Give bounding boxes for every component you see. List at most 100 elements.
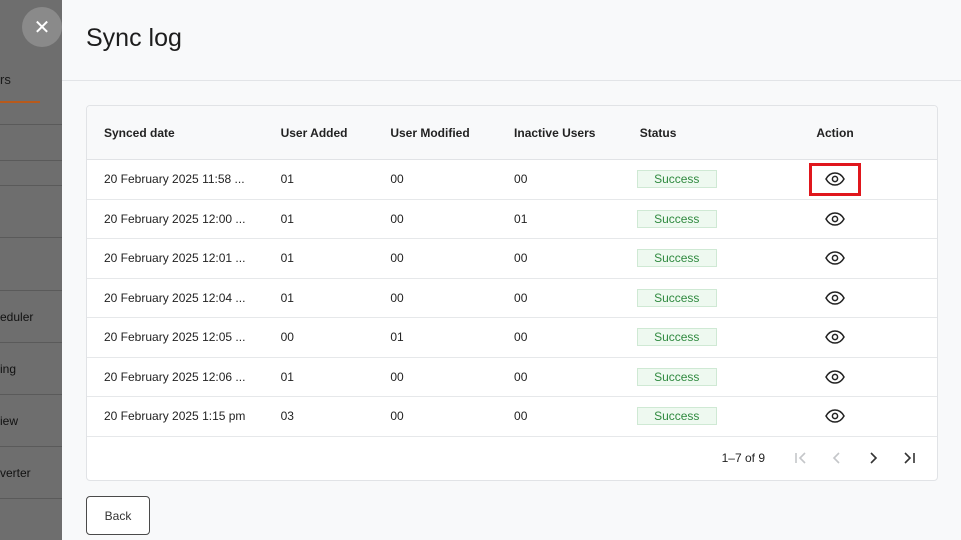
- divider: [0, 394, 62, 395]
- action-cell: [799, 281, 937, 314]
- inactive-users-cell: 00: [514, 172, 528, 187]
- table-row: 20 February 2025 11:58 ... 01 00 00 Success: [87, 160, 937, 200]
- table-row: 20 February 2025 12:05 ... 00 01 00 Success: [87, 318, 937, 358]
- user-added-cell: 01: [280, 172, 294, 187]
- column-header-action: Action: [816, 125, 854, 140]
- status-cell: Success: [623, 367, 800, 386]
- last-page-icon: [904, 452, 915, 464]
- user-added-cell: 01: [280, 369, 294, 384]
- drawer-header: Sync log: [62, 0, 961, 81]
- pagination-range: 1–7 of 9: [721, 451, 765, 465]
- status-cell: Success: [623, 407, 800, 426]
- view-details-button[interactable]: [809, 360, 861, 393]
- eye-icon: [825, 211, 846, 226]
- chevron-right-icon: [870, 452, 878, 464]
- eye-icon: [825, 330, 846, 345]
- action-cell: [799, 162, 937, 196]
- divider: [0, 237, 62, 238]
- status-badge: Success: [636, 367, 717, 386]
- last-page-button[interactable]: [891, 440, 927, 476]
- synced-date-cell: 20 February 2025 11:58 ...: [104, 172, 245, 187]
- eye-icon: [825, 172, 846, 187]
- chevron-left-icon: [832, 452, 840, 464]
- status-cell: Success: [623, 328, 800, 347]
- column-header-inactive-users[interactable]: Inactive Users: [497, 126, 623, 140]
- user-added-cell: 01: [280, 211, 294, 226]
- status-badge: Success: [636, 249, 717, 268]
- pagination: 1–7 of 9: [87, 436, 937, 480]
- view-details-button[interactable]: [809, 400, 861, 433]
- column-header-synced-date[interactable]: Synced date: [87, 126, 264, 140]
- sync-log-table: Synced date User Added User Modified Ina…: [86, 105, 938, 481]
- user-added-cell: 03: [280, 409, 294, 424]
- divider: [0, 498, 62, 499]
- status-badge: Success: [636, 328, 717, 347]
- column-header-user-modified[interactable]: User Modified: [373, 126, 497, 140]
- user-added-cell: 00: [280, 330, 294, 345]
- background-tab: rs: [0, 72, 11, 87]
- synced-date-cell: 20 February 2025 12:04 ...: [104, 290, 246, 305]
- table-row: 20 February 2025 12:04 ... 01 00 00 Success: [87, 279, 937, 318]
- view-details-button[interactable]: [809, 242, 861, 275]
- first-page-icon: [795, 452, 806, 464]
- view-details-button[interactable]: [809, 321, 861, 354]
- action-cell: [799, 242, 937, 275]
- inactive-users-cell: 01: [514, 211, 528, 226]
- background-item: ing: [0, 362, 17, 376]
- table-body: 20 February 2025 11:58 ... 01 00 00 Success 2…: [87, 160, 937, 437]
- column-header-status[interactable]: Status: [623, 126, 800, 140]
- user-modified-cell: 00: [390, 369, 404, 384]
- eye-icon: [825, 369, 846, 384]
- background-tab-indicator: [0, 101, 40, 103]
- user-added-cell: 01: [280, 251, 294, 266]
- user-modified-cell: 00: [390, 251, 404, 266]
- column-header-user-added[interactable]: User Added: [264, 126, 374, 140]
- status-cell: Success: [623, 209, 800, 228]
- back-button[interactable]: Back: [86, 496, 150, 535]
- eye-icon: [825, 290, 846, 305]
- user-added-cell: 01: [280, 290, 294, 305]
- next-page-button[interactable]: [855, 440, 891, 476]
- divider: [0, 160, 62, 161]
- status-cell: Success: [623, 249, 800, 268]
- synced-date-cell: 20 February 2025 12:06 ...: [104, 369, 246, 384]
- table-row: 20 February 2025 1:15 pm 03 00 00 Success: [87, 397, 937, 437]
- user-modified-cell: 00: [390, 172, 404, 187]
- synced-date-cell: 20 February 2025 12:05 ...: [104, 330, 246, 345]
- synced-date-cell: 20 February 2025 12:01 ...: [104, 251, 246, 266]
- divider: [0, 185, 62, 186]
- view-details-button[interactable]: [809, 202, 861, 235]
- user-modified-cell: 00: [390, 290, 404, 305]
- background-page: ✕ rs eduler ing iew verter: [0, 0, 62, 540]
- background-item: verter: [0, 466, 31, 480]
- table-row: 20 February 2025 12:06 ... 01 00 00 Success: [87, 358, 937, 397]
- close-icon: ✕: [33, 16, 51, 39]
- action-cell: [799, 360, 937, 393]
- sync-log-drawer: Sync log Synced date User Added User Mod…: [62, 0, 961, 540]
- view-details-button[interactable]: [809, 162, 862, 196]
- user-modified-cell: 00: [390, 211, 404, 226]
- page-title: Sync log: [86, 24, 182, 52]
- eye-icon: [825, 251, 846, 266]
- status-cell: Success: [623, 170, 800, 189]
- first-page-button[interactable]: [783, 440, 819, 476]
- view-details-button[interactable]: [809, 281, 861, 314]
- action-cell: [799, 202, 937, 235]
- action-cell: [799, 400, 937, 433]
- inactive-users-cell: 00: [514, 369, 528, 384]
- inactive-users-cell: 00: [514, 290, 528, 305]
- action-cell: [799, 321, 937, 354]
- eye-icon: [825, 409, 846, 424]
- divider: [0, 290, 62, 291]
- inactive-users-cell: 00: [514, 330, 528, 345]
- inactive-users-cell: 00: [514, 251, 528, 266]
- divider: [0, 446, 62, 447]
- inactive-users-cell: 00: [514, 409, 528, 424]
- background-item: iew: [0, 414, 19, 428]
- table-row: 20 February 2025 12:01 ... 01 00 00 Success: [87, 239, 937, 279]
- close-drawer-button[interactable]: ✕: [22, 7, 62, 47]
- previous-page-button[interactable]: [819, 440, 855, 476]
- divider: [0, 342, 62, 343]
- status-badge: Success: [636, 209, 717, 228]
- divider: [0, 124, 62, 125]
